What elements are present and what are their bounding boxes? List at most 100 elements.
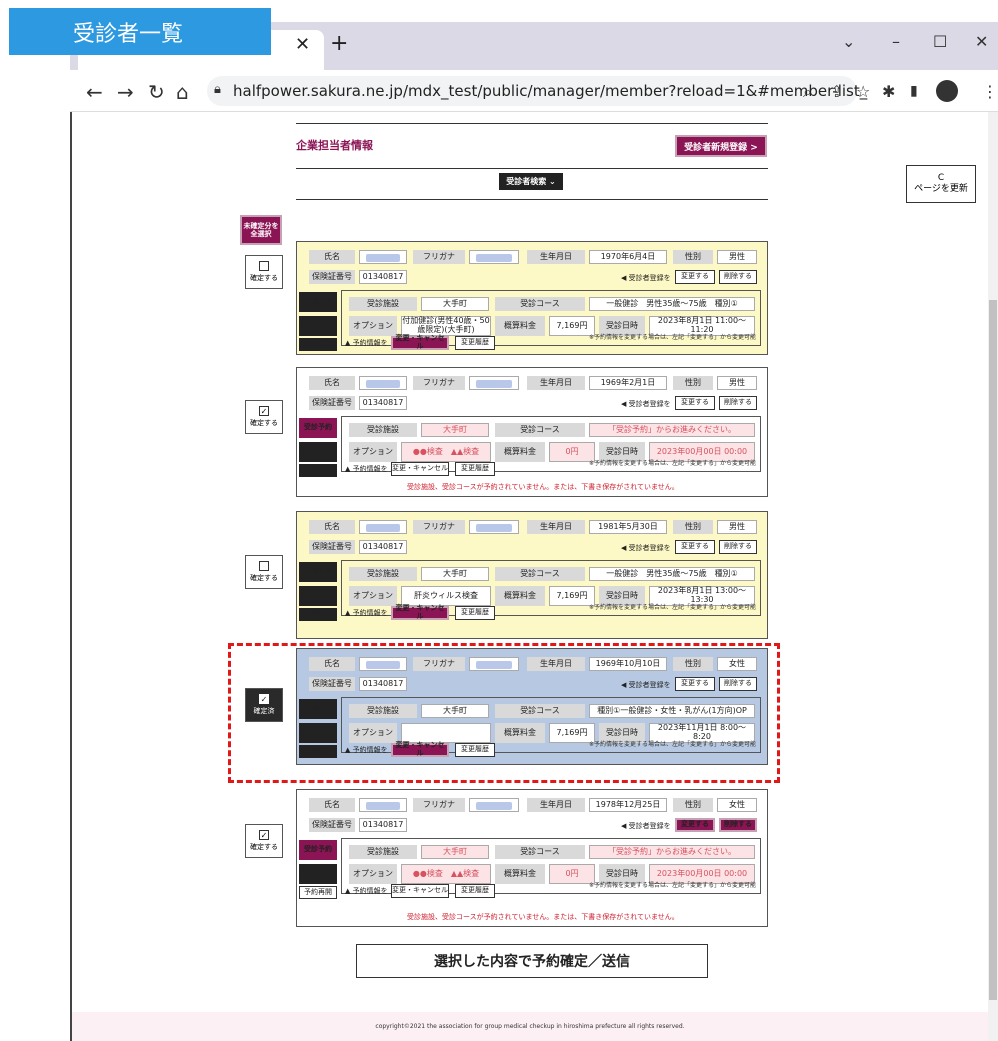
change-cancel-button[interactable]: 変更・キャンセル	[391, 884, 449, 898]
sex-value: 女性	[717, 798, 757, 812]
reserve-button[interactable]: 受診予約	[299, 292, 337, 312]
dob-value: 1978年12月25日	[589, 798, 667, 812]
confirm-label: 確定する	[250, 274, 278, 282]
insurance-label: 保険証番号	[309, 818, 355, 832]
refresh-page-button[interactable]: C ページを更新	[906, 165, 976, 203]
history-button[interactable]: 変更履歴	[455, 462, 495, 476]
tab-close-icon[interactable]: ✕	[295, 34, 310, 55]
change-button[interactable]: 変更する	[675, 396, 715, 410]
reservation-note: ※予約情報を変更する場合は、左記「変更する」から変更可能	[589, 604, 757, 611]
reserve-button[interactable]: 受診予約	[299, 840, 337, 860]
reload-icon[interactable]: ↻	[148, 80, 165, 104]
course-label: 受診コース	[495, 423, 585, 437]
rereserve-button[interactable]: 予約再開	[299, 338, 337, 351]
furigana-label: フリガナ	[413, 520, 465, 534]
sidepanel-icon[interactable]: ▮	[910, 83, 918, 99]
redacted-mark	[476, 524, 512, 532]
delete-button[interactable]: 削除する	[719, 540, 757, 554]
confirm-checkbox[interactable]: 確定する	[245, 255, 283, 289]
change-cancel-button[interactable]: 変更・キャンセル	[391, 462, 449, 476]
highlight-selected-member	[228, 643, 780, 783]
option-label: オプション	[349, 586, 397, 606]
history-button[interactable]: 変更履歴	[455, 884, 495, 898]
member-card: 氏名 フリガナ 生年月日 1981年5月30日 性別 男性 保険証番号 01340817 ◀ 受…	[296, 511, 768, 639]
no-reserve-button[interactable]: 予約しない	[299, 316, 337, 336]
member-search-button[interactable]: 受診者検索 ⌄	[499, 173, 563, 190]
confirm-label: 確定する	[250, 843, 278, 851]
no-reserve-button[interactable]: 予約しない	[299, 586, 337, 606]
bookmark-star-icon[interactable]: ☆	[856, 82, 870, 101]
furigana-value-redacted	[469, 798, 519, 812]
insurance-value: 01340817	[359, 396, 407, 410]
name-value-redacted	[359, 376, 407, 390]
minimize-icon[interactable]: –	[892, 32, 900, 51]
new-member-button[interactable]: 受診者新規登録 >	[675, 135, 767, 157]
close-window-icon[interactable]: ✕	[975, 32, 988, 51]
dob-value: 1969年2月1日	[589, 376, 667, 390]
course-label: 受診コース	[495, 567, 585, 581]
change-button[interactable]: 変更する	[675, 540, 715, 554]
tab-search-icon[interactable]: ⌄	[842, 32, 855, 51]
sex-value: 男性	[717, 250, 757, 264]
screen-title-tag: 受診者一覧	[9, 8, 271, 55]
submit-reservation-button[interactable]: 選択した内容で予約確定／送信	[356, 944, 708, 978]
name-label: 氏名	[309, 520, 355, 534]
change-button[interactable]: 変更する	[675, 818, 715, 832]
back-icon[interactable]: ←	[86, 80, 103, 104]
scrollbar-thumb[interactable]	[989, 300, 997, 1000]
member-reg-label: ◀ 受診者登録を	[621, 822, 671, 830]
reserve-info-label: ▲ 予約情報を	[345, 609, 388, 617]
member-reg-label: ◀ 受診者登録を	[621, 544, 671, 552]
url-text[interactable]: halfpower.sakura.ne.jp/mdx_test/public/m…	[233, 82, 867, 100]
furigana-label: フリガナ	[413, 376, 465, 390]
reserve-button[interactable]: 受診予約	[299, 562, 337, 582]
history-button[interactable]: 変更履歴	[455, 336, 495, 350]
change-cancel-button[interactable]: 変更・キャンセル	[391, 604, 449, 620]
reserve-button[interactable]: 受診予約	[299, 418, 337, 438]
new-tab-icon[interactable]: +	[330, 31, 348, 56]
course-label: 受診コース	[495, 297, 585, 311]
forward-icon[interactable]: →	[117, 80, 134, 104]
dob-value: 1981年5月30日	[589, 520, 667, 534]
insurance-label: 保険証番号	[309, 396, 355, 410]
furigana-label: フリガナ	[413, 250, 465, 264]
member-reg-label: ◀ 受診者登録を	[621, 274, 671, 282]
name-label: 氏名	[309, 250, 355, 264]
confirm-checkbox[interactable]: ✓ 確定する	[245, 400, 283, 434]
facility-value: 大手町	[421, 297, 489, 311]
profile-avatar[interactable]	[936, 80, 958, 102]
dob-label: 生年月日	[527, 520, 585, 534]
no-reserve-button[interactable]: 予約しない	[299, 864, 337, 884]
home-icon[interactable]: ⌂	[176, 80, 189, 104]
lock-icon: 🔒︎	[214, 82, 221, 97]
confirm-checkbox[interactable]: 確定する	[245, 555, 283, 589]
redacted-mark	[366, 524, 400, 532]
facility-label: 受診施設	[349, 423, 417, 437]
maximize-icon[interactable]: ☐	[933, 32, 947, 51]
zoom-icon[interactable]: ⌕	[803, 82, 812, 102]
select-all-unconfirmed-button[interactable]: 未確定分を全選択	[240, 215, 282, 245]
extensions-icon[interactable]: ✱	[882, 82, 895, 101]
delete-button[interactable]: 削除する	[719, 270, 757, 284]
delete-button[interactable]: 削除する	[719, 396, 757, 410]
insurance-label: 保険証番号	[309, 540, 355, 554]
member-card: 氏名 フリガナ 生年月日 1969年2月1日 性別 男性 保険証番号 01340817 ◀ 受診…	[296, 367, 768, 497]
history-button[interactable]: 変更履歴	[455, 606, 495, 620]
divider	[296, 123, 768, 124]
option-label: オプション	[349, 442, 397, 462]
checkbox-icon	[259, 561, 269, 571]
redacted-mark	[366, 380, 400, 388]
rereserve-button[interactable]: 予約再開	[299, 886, 337, 899]
confirm-checkbox[interactable]: ✓ 確定する	[245, 824, 283, 858]
furigana-value-redacted	[469, 520, 519, 534]
rereserve-button[interactable]: 予約再開	[299, 608, 337, 621]
change-button[interactable]: 変更する	[675, 270, 715, 284]
delete-button[interactable]: 削除する	[719, 818, 757, 832]
option-label: オプション	[349, 864, 397, 884]
no-reserve-button[interactable]: 予約しない	[299, 442, 337, 462]
rereserve-button[interactable]: 予約再開	[299, 464, 337, 477]
change-cancel-button[interactable]: 変更・キャンセル	[391, 334, 449, 350]
menu-icon[interactable]: ⋮	[982, 82, 998, 101]
share-icon[interactable]: ⇪	[830, 82, 843, 101]
refresh-label: ページを更新	[914, 184, 968, 194]
